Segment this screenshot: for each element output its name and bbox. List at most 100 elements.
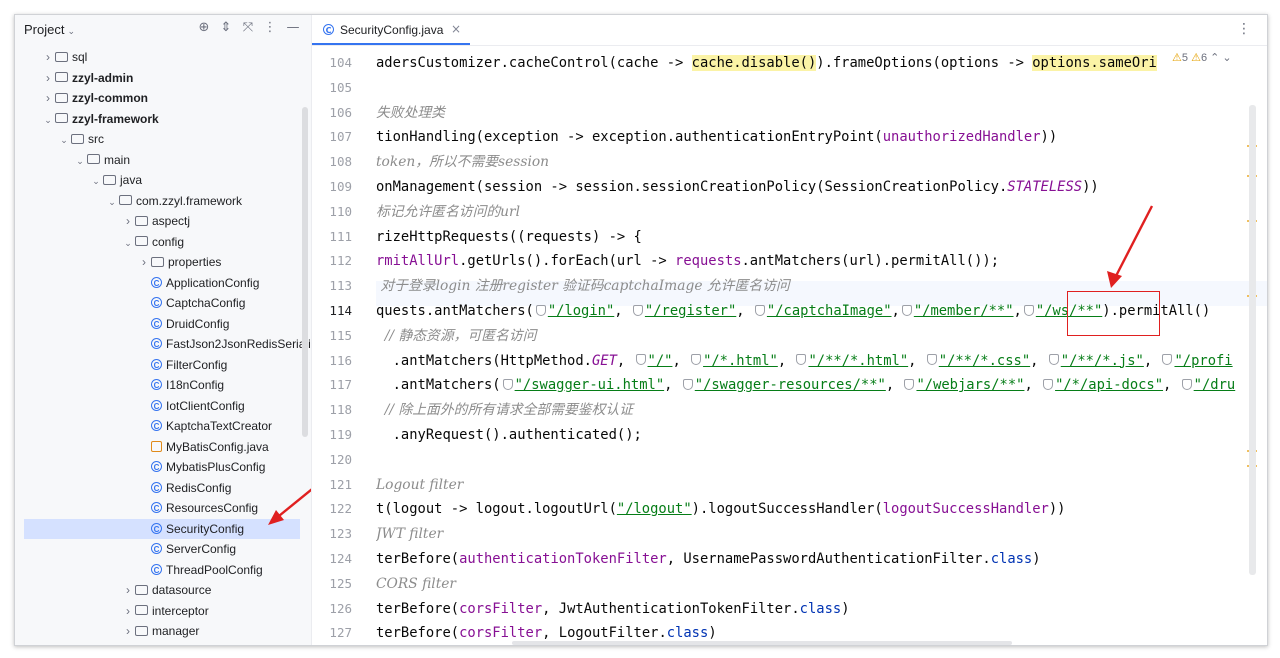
- tree-item[interactable]: C ServerConfig: [15, 539, 311, 559]
- hide-icon[interactable]: —: [285, 20, 301, 36]
- chevron-right-icon[interactable]: ›: [121, 211, 135, 231]
- url-inlay-icon[interactable]: [904, 378, 915, 390]
- code-token: , JwtAuthenticationTokenFilter.: [542, 600, 800, 617]
- chevron-right-icon[interactable]: ›: [137, 252, 151, 272]
- tree-item[interactable]: ⌄ src: [15, 129, 311, 149]
- chevron-down-icon[interactable]: ⌄: [89, 171, 103, 191]
- tree-item[interactable]: ⌄ main: [15, 150, 311, 170]
- tree-item[interactable]: C KaptchaTextCreator: [15, 416, 311, 436]
- chevron-up-icon[interactable]: ⌃: [1210, 52, 1219, 64]
- locate-icon[interactable]: ⊕: [196, 20, 212, 36]
- chevron-right-icon[interactable]: ›: [121, 601, 135, 621]
- url-inlay-icon[interactable]: [796, 354, 807, 366]
- tree-item[interactable]: C DruidConfig: [15, 314, 311, 334]
- code-string: "/swagger-ui.html": [514, 377, 665, 394]
- code-string: "/profi: [1174, 352, 1233, 369]
- package-icon: [151, 256, 164, 267]
- code-token: ,: [616, 352, 634, 369]
- url-inlay-icon[interactable]: [682, 378, 693, 390]
- tree-item[interactable]: › zzyl-common: [15, 88, 311, 108]
- tree-item[interactable]: ⌄ zzyl-framework: [15, 109, 311, 129]
- class-icon: C: [151, 481, 162, 493]
- chevron-right-icon[interactable]: ›: [41, 88, 55, 108]
- code-token: ,: [614, 303, 631, 319]
- code-string: "/register": [644, 303, 737, 319]
- tree-item[interactable]: › aspectj: [15, 211, 311, 231]
- editor-horizontal-scrollbar[interactable]: [512, 641, 1012, 645]
- code-string: "/member/**": [913, 303, 1014, 319]
- tree-item[interactable]: C SecurityConfig: [24, 518, 300, 539]
- class-icon: C: [151, 543, 162, 555]
- url-inlay-icon[interactable]: [635, 354, 646, 366]
- project-panel-header: Project ⌄ ⊕ ⇕ ⤧ ⋮ —: [15, 15, 311, 45]
- code-token: ,: [1024, 377, 1042, 394]
- more-icon[interactable]: ⋮: [1237, 21, 1251, 37]
- chevron-down-icon[interactable]: ⌄: [121, 233, 135, 253]
- tree-item[interactable]: ⌄ java: [15, 170, 311, 190]
- code-token: quests.antMatchers(: [376, 303, 534, 319]
- code-token: logoutSuccessHandler: [882, 501, 1049, 518]
- tree-item[interactable]: C ApplicationConfig: [15, 273, 311, 293]
- project-scrollbar[interactable]: [302, 107, 308, 437]
- options-icon[interactable]: ⋮: [262, 20, 278, 36]
- url-inlay-icon[interactable]: [1162, 354, 1173, 366]
- code-token: .anyRequest().authenticated();: [376, 427, 642, 443]
- code-comment: 失败处理类: [376, 104, 445, 121]
- chevron-right-icon[interactable]: ›: [121, 580, 135, 600]
- tree-item[interactable]: ⌄ com.zzyl.framework: [15, 191, 311, 211]
- inspection-widget[interactable]: ⚠5 ⚠6 ⌃ ⌄: [1170, 51, 1232, 64]
- expand-all-icon[interactable]: ⇕: [218, 20, 234, 36]
- tree-item[interactable]: C I18nConfig: [15, 375, 311, 395]
- tree-item[interactable]: ⌄ config: [15, 232, 311, 252]
- tree-item-label: MybatisPlusConfig: [166, 460, 266, 474]
- code-comment: // 静态资源，可匿名访问: [376, 327, 537, 344]
- code-token: ,: [1163, 377, 1180, 394]
- chevron-right-icon[interactable]: ›: [41, 47, 55, 67]
- chevron-down-icon[interactable]: ⌄: [57, 130, 71, 150]
- chevron-down-icon[interactable]: ⌄: [105, 192, 119, 212]
- url-inlay-icon[interactable]: [901, 304, 912, 316]
- tree-item[interactable]: › zzyl-admin: [15, 68, 311, 88]
- url-inlay-icon[interactable]: [1181, 378, 1192, 390]
- class-icon: C: [151, 420, 162, 432]
- tree-item[interactable]: › manager: [15, 621, 311, 641]
- editor-vertical-scrollbar[interactable]: [1249, 105, 1256, 575]
- tree-item[interactable]: C IotClientConfig: [15, 396, 311, 416]
- tree-item-label: aspectj: [152, 214, 191, 228]
- tree-item[interactable]: C ThreadPoolConfig: [15, 560, 311, 580]
- code-token: requests: [675, 253, 742, 270]
- tree-item[interactable]: › properties: [15, 252, 311, 272]
- chevron-down-icon[interactable]: ⌄: [1222, 52, 1231, 64]
- line-number: 105: [329, 79, 352, 95]
- tree-item-label: IotClientConfig: [166, 398, 245, 413]
- tree-item[interactable]: C FilterConfig: [15, 355, 311, 375]
- code-area[interactable]: adersCustomizer.cacheControl(cache -> ca…: [376, 45, 1267, 645]
- chevron-right-icon[interactable]: ›: [41, 68, 55, 88]
- close-icon[interactable]: ×: [451, 22, 461, 36]
- tree-item[interactable]: › sql: [15, 47, 311, 67]
- url-inlay-icon[interactable]: [1048, 354, 1059, 366]
- url-inlay-icon[interactable]: [502, 378, 513, 390]
- code-token: .getUrls().forEach(url ->: [459, 253, 676, 270]
- code-token: ,: [664, 377, 681, 394]
- chevron-down-icon[interactable]: ⌄: [41, 110, 55, 130]
- url-inlay-icon[interactable]: [691, 354, 702, 366]
- url-inlay-icon[interactable]: [1023, 304, 1034, 316]
- url-inlay-icon[interactable]: [632, 304, 643, 316]
- url-inlay-icon[interactable]: [926, 354, 937, 366]
- chevron-right-icon[interactable]: ›: [121, 621, 135, 641]
- collapse-all-icon[interactable]: ⤧: [240, 20, 256, 36]
- code-string: "/*/api-docs": [1055, 377, 1164, 394]
- tab-security-config[interactable]: C SecurityConfig.java ×: [312, 15, 470, 45]
- tree-item[interactable]: MyBatisConfig.java: [15, 437, 311, 457]
- class-icon: C: [151, 297, 162, 309]
- tree-item[interactable]: C CaptchaConfig: [15, 293, 311, 313]
- chevron-down-icon[interactable]: ⌄: [73, 151, 87, 171]
- url-inlay-icon[interactable]: [754, 304, 765, 316]
- url-inlay-icon[interactable]: [535, 304, 546, 316]
- project-view-selector[interactable]: Project ⌄: [24, 22, 75, 37]
- url-inlay-icon[interactable]: [1043, 378, 1054, 390]
- tree-item[interactable]: C FastJson2JsonRedisSerializer: [15, 334, 311, 354]
- tree-item[interactable]: › interceptor: [15, 601, 311, 621]
- tree-item[interactable]: › datasource: [15, 580, 311, 600]
